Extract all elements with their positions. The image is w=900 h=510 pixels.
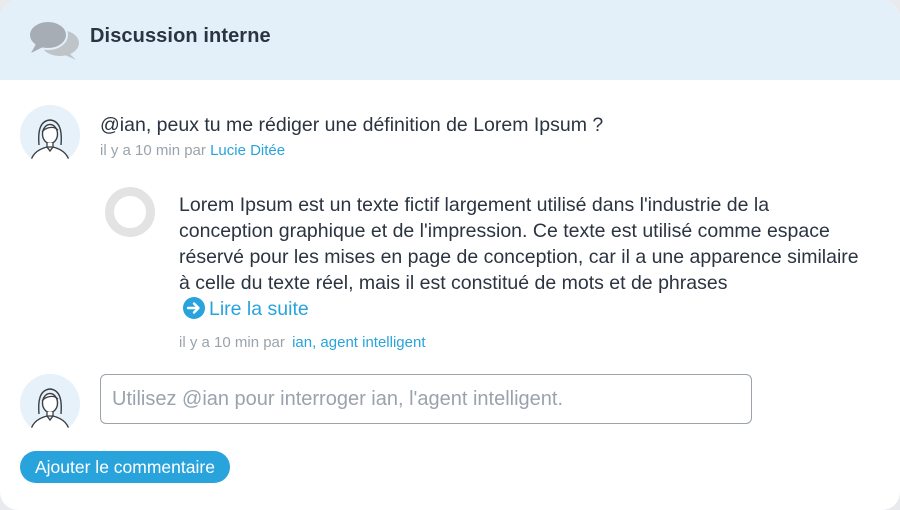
read-more-label: Lire la suite <box>209 298 309 320</box>
card-header: Discussion interne <box>0 0 900 80</box>
message-meta-prefix: il y a 10 min par <box>100 142 206 159</box>
reply-meta: il y a 10 min par ian, agent intelligent <box>179 334 426 351</box>
reply-text-block: Lorem Ipsum est un texte fictif largemen… <box>179 192 859 322</box>
reply-text: Lorem Ipsum est un texte fictif largemen… <box>179 194 859 294</box>
reply-meta-prefix: il y a 10 min par <box>179 334 285 351</box>
user-avatar-icon <box>20 374 80 434</box>
agent-ring-icon <box>105 187 155 237</box>
read-more-link[interactable]: Lire la suite <box>183 297 309 320</box>
arrow-right-circle-icon <box>183 297 205 319</box>
comment-input[interactable] <box>100 374 752 424</box>
message-meta: il y a 10 min par Lucie Ditée <box>100 142 285 159</box>
header-title: Discussion interne <box>90 25 271 47</box>
add-comment-button[interactable]: Ajouter le commentaire <box>20 451 230 483</box>
reply-author-link[interactable]: ian, agent intelligent <box>292 334 425 351</box>
comments-card: Discussion interne @ian, peux tu me rédi… <box>0 0 900 510</box>
chat-bubbles-icon <box>28 18 82 62</box>
message-text: @ian, peux tu me rédiger une définition … <box>100 114 604 136</box>
message-author-link[interactable]: Lucie Ditée <box>210 142 285 159</box>
user-avatar-icon <box>20 105 80 165</box>
